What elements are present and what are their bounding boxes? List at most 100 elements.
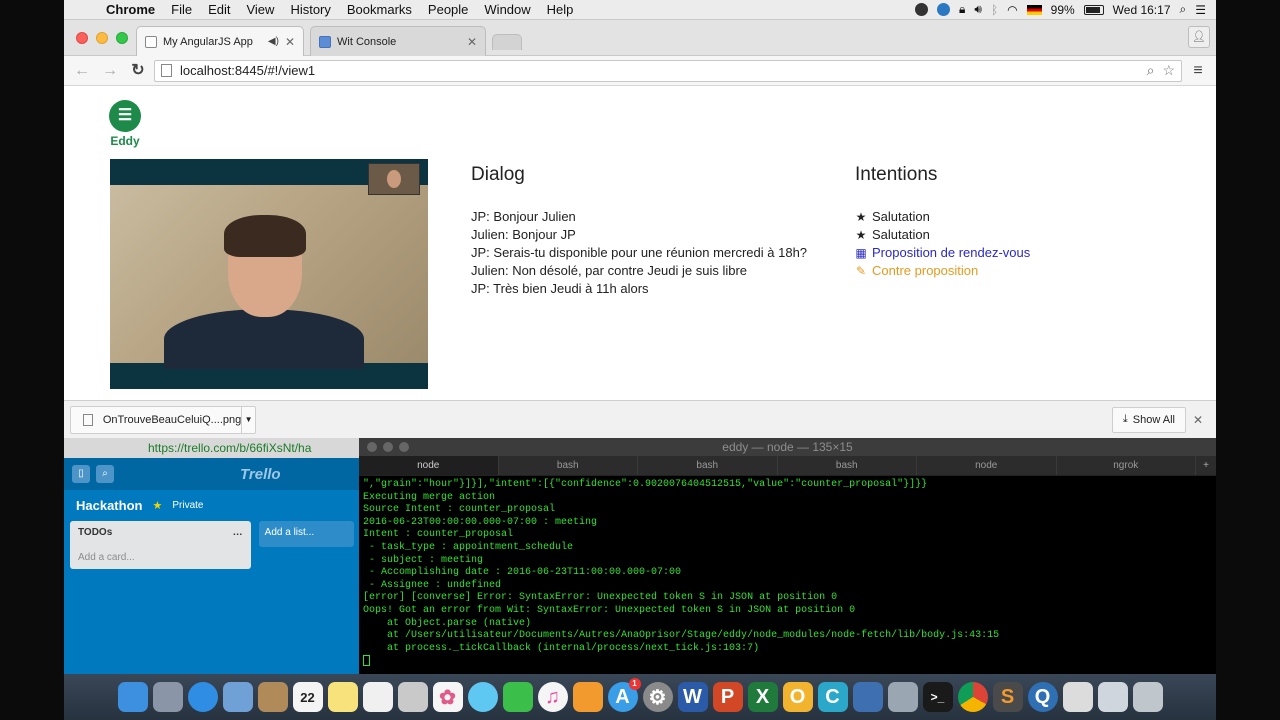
- close-window-button[interactable]: [76, 32, 88, 44]
- address-bar[interactable]: localhost:8445/#!/view1 ⌕ ☆: [154, 59, 1182, 82]
- tab-my-angularjs-app[interactable]: My AngularJS App ◀︎) ✕: [136, 26, 304, 56]
- board-name[interactable]: Hackathon: [76, 498, 142, 513]
- new-terminal-tab-icon[interactable]: +: [1196, 456, 1216, 475]
- add-card-link[interactable]: Add a card...: [78, 552, 243, 563]
- reload-button[interactable]: ↻: [126, 60, 150, 82]
- video-call[interactable]: [110, 159, 428, 389]
- keyboard-layout-flag-icon[interactable]: [1026, 4, 1042, 15]
- itunes-icon[interactable]: ♫: [537, 682, 568, 712]
- menu-history[interactable]: History: [282, 2, 338, 17]
- board-star-icon[interactable]: ★: [152, 499, 162, 512]
- system-preferences-icon[interactable]: ⚙︎: [642, 682, 673, 712]
- network-app-icon[interactable]: [852, 682, 883, 712]
- bluetooth-icon[interactable]: ᛒ: [991, 3, 998, 17]
- finder-icon[interactable]: [117, 682, 148, 712]
- trello-search-icon[interactable]: ⌕: [96, 465, 114, 483]
- photo-booth-icon[interactable]: [397, 682, 428, 712]
- trello-logo[interactable]: Trello: [240, 466, 281, 483]
- terminal-tab-bash[interactable]: bash: [778, 456, 917, 475]
- zoom-window-button[interactable]: [116, 32, 128, 44]
- terminal-close-button[interactable]: [367, 442, 377, 452]
- battery-percent[interactable]: 99%: [1051, 3, 1075, 17]
- quicktime-icon[interactable]: Q: [1027, 682, 1058, 712]
- chrome-menu-icon[interactable]: ≡: [1186, 62, 1210, 80]
- documents-folder-icon[interactable]: [1062, 682, 1093, 712]
- menu-people[interactable]: People: [420, 2, 476, 17]
- eddy-logo[interactable]: ☰ Eddy: [108, 100, 142, 148]
- close-tab-icon[interactable]: ✕: [467, 35, 477, 49]
- preview-icon[interactable]: [222, 682, 253, 712]
- terminal-tab-ngrok[interactable]: ngrok: [1057, 456, 1196, 475]
- list-title[interactable]: TODOs: [78, 527, 112, 538]
- menu-file[interactable]: File: [163, 2, 200, 17]
- terminal-icon[interactable]: >_: [922, 682, 953, 712]
- safari-icon[interactable]: [187, 682, 218, 712]
- new-tab-button[interactable]: [492, 34, 522, 50]
- facetime-icon[interactable]: [502, 682, 533, 712]
- ibooks-icon[interactable]: [572, 682, 603, 712]
- terminal-tab-node[interactable]: node: [359, 456, 499, 475]
- close-tab-icon[interactable]: ✕: [285, 35, 295, 49]
- app-store-icon[interactable]: A1: [607, 678, 641, 712]
- lock-icon[interactable]: 🔒︎: [959, 2, 965, 17]
- sublime-text-icon[interactable]: S: [992, 682, 1023, 712]
- profile-icon[interactable]: 👤︎: [1188, 26, 1210, 48]
- wifi-icon[interactable]: ◠: [1007, 3, 1017, 17]
- bookmark-star-icon[interactable]: ☆: [1162, 62, 1175, 79]
- search-icon[interactable]: ⌕: [1147, 62, 1155, 79]
- download-menu-chevron-icon[interactable]: ▼: [241, 406, 255, 433]
- contacts-icon[interactable]: [257, 682, 288, 712]
- terminal-tab-bash[interactable]: bash: [638, 456, 778, 475]
- powerpoint-icon[interactable]: P: [712, 682, 743, 712]
- url-text[interactable]: localhost:8445/#!/view1: [180, 63, 1139, 78]
- terminal-zoom-button[interactable]: [399, 442, 409, 452]
- c-app-icon[interactable]: C: [817, 682, 848, 712]
- archive-utility-icon[interactable]: [887, 682, 918, 712]
- trello-address-bar[interactable]: https://trello.com/b/66fiXsNt/ha: [64, 438, 360, 458]
- add-list-button[interactable]: Add a list...: [258, 521, 354, 547]
- trash-icon[interactable]: [1132, 682, 1163, 712]
- terminal-tab-node[interactable]: node: [917, 456, 1057, 475]
- board-privacy[interactable]: Private: [172, 500, 203, 511]
- boards-icon[interactable]: ▯: [72, 465, 90, 483]
- menu-view[interactable]: View: [238, 2, 282, 17]
- chrome-icon[interactable]: [957, 682, 988, 712]
- battery-icon[interactable]: [1083, 4, 1104, 15]
- messages-icon[interactable]: [467, 682, 498, 712]
- minimize-window-button[interactable]: [96, 32, 108, 44]
- terminal-minimize-button[interactable]: [383, 442, 393, 452]
- record-icon[interactable]: [915, 3, 928, 16]
- forward-button[interactable]: →: [98, 60, 122, 82]
- notification-center-icon[interactable]: ☰: [1195, 3, 1206, 17]
- menu-bookmarks[interactable]: Bookmarks: [339, 2, 420, 17]
- photos-icon[interactable]: ✿: [432, 682, 463, 712]
- download-file-name[interactable]: OnTrouveBeauCeluiQ....png: [103, 414, 241, 426]
- terminal-tab-bash[interactable]: bash: [499, 456, 638, 475]
- tab-wit-console[interactable]: Wit Console ✕: [310, 26, 486, 56]
- excel-icon[interactable]: X: [747, 682, 778, 712]
- list-menu-icon[interactable]: …: [233, 527, 243, 538]
- outlook-icon[interactable]: O: [782, 682, 813, 712]
- word-icon[interactable]: W: [677, 682, 708, 712]
- volume-icon[interactable]: 🔊︎: [974, 2, 982, 17]
- calendar-icon[interactable]: 22: [292, 682, 323, 712]
- terminal-output[interactable]: ","grain":"hour"}]}],"intent":[{"confide…: [359, 476, 1216, 672]
- close-download-shelf-icon[interactable]: ✕: [1186, 413, 1210, 427]
- launchpad-icon[interactable]: [152, 682, 183, 712]
- shazam-icon[interactable]: [937, 3, 950, 16]
- spotlight-icon[interactable]: ⌕: [1180, 2, 1187, 17]
- back-button[interactable]: ←: [70, 60, 94, 82]
- menu-edit[interactable]: Edit: [200, 2, 238, 17]
- self-view-video[interactable]: [368, 163, 420, 195]
- clock[interactable]: Wed 16:17: [1113, 3, 1171, 17]
- audio-playing-icon[interactable]: ◀︎): [268, 36, 279, 47]
- downloads-folder-icon[interactable]: [1097, 682, 1128, 712]
- menu-window[interactable]: Window: [476, 2, 538, 17]
- menu-app-chrome[interactable]: Chrome: [98, 2, 163, 17]
- menu-help[interactable]: Help: [539, 2, 582, 17]
- reminders-icon[interactable]: [362, 682, 393, 712]
- trello-url-text[interactable]: https://trello.com/b/66fiXsNt/ha: [148, 441, 311, 455]
- show-all-button[interactable]: ⤓ Show All: [1111, 406, 1186, 433]
- download-item[interactable]: OnTrouveBeauCeluiQ....png ▼: [70, 405, 256, 434]
- notes-icon[interactable]: [327, 682, 358, 712]
